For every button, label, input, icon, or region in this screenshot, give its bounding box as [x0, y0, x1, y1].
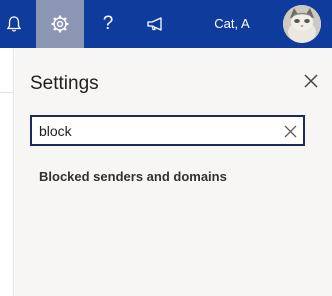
close-icon	[304, 74, 318, 88]
divider	[0, 92, 14, 93]
help-icon: ?	[102, 13, 114, 34]
cat-photo	[283, 5, 321, 43]
close-button[interactable]	[298, 68, 324, 94]
notifications-button[interactable]	[0, 0, 28, 48]
settings-panel: Settings Blocked senders and domains	[15, 48, 332, 296]
bell-icon	[6, 16, 22, 32]
user-name[interactable]: Cat, A	[198, 0, 266, 48]
settings-search-input[interactable]	[39, 121, 269, 140]
settings-button[interactable]	[36, 0, 84, 48]
avatar[interactable]	[283, 5, 321, 43]
panel-title: Settings	[30, 73, 99, 94]
search-result-item[interactable]: Blocked senders and domains	[39, 169, 227, 184]
settings-search-box	[30, 115, 305, 146]
feedback-button[interactable]	[132, 0, 180, 48]
mail-list-edge	[0, 48, 14, 296]
megaphone-icon	[147, 17, 162, 31]
top-header-bar: ? Cat, A	[0, 0, 332, 48]
clear-search-button[interactable]	[280, 121, 300, 141]
close-icon	[284, 125, 296, 137]
gear-icon	[51, 15, 69, 33]
help-button[interactable]: ?	[84, 0, 132, 48]
